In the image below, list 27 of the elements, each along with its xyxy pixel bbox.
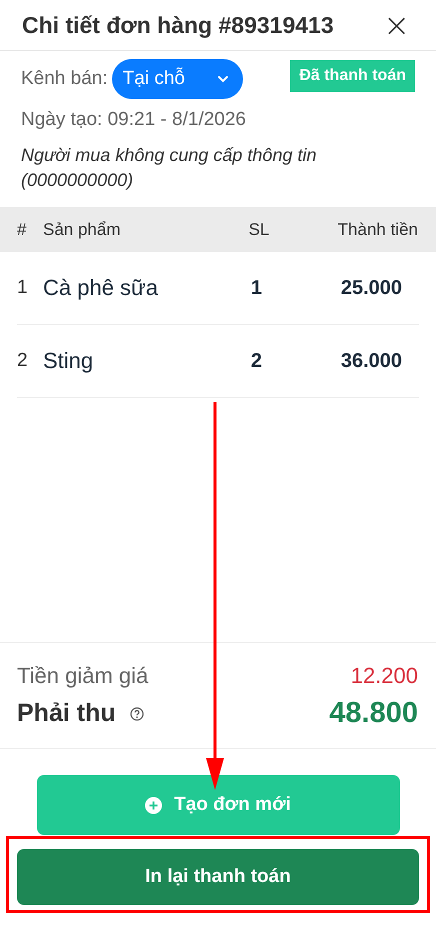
column-header: Thành tiền — [336, 220, 418, 240]
help-icon[interactable] — [130, 706, 144, 720]
column-header: # — [17, 220, 28, 240]
channel-label: Kênh bán: — [21, 68, 108, 90]
column-header: SL — [248, 220, 270, 240]
discount-label: Tiền giảm giá — [17, 663, 148, 689]
close-button[interactable]: × — [379, 9, 414, 41]
buyer-note: Người mua không cung cấp thông tin (0000000000) — [21, 144, 318, 192]
table-cell-text: 2 — [250, 350, 262, 372]
discount-amount: 12.200 — [350, 663, 418, 689]
table-cell-text: 25.000 — [340, 276, 402, 300]
amount-due-label: Phải thu — [17, 699, 116, 728]
table-cell-text: 1 — [250, 276, 262, 300]
channel-select[interactable]: Tại chỗ — [112, 59, 243, 99]
amount-due: 48.800 — [329, 697, 418, 730]
table-cell-text: 36.000 — [340, 350, 402, 372]
table-cell-text: Cà phê sữa — [43, 275, 160, 301]
table-cell-text: Sting — [43, 348, 94, 374]
reprint-button[interactable]: In lại thanh toán — [17, 849, 419, 905]
chevron-down-icon — [216, 75, 229, 83]
plus-circle-icon — [145, 796, 162, 814]
created-date: Ngày tạo: 09:21 - 8/1/2026 — [21, 109, 247, 131]
table-cell-text: 2 — [17, 350, 29, 372]
table-cell-text: 1 — [17, 277, 29, 299]
payment-status-badge: Đã thanh toán — [290, 60, 415, 92]
dialog-title: Chi tiết đơn hàng #89319413 — [22, 12, 334, 38]
column-header: Sản phẩm — [43, 220, 122, 240]
